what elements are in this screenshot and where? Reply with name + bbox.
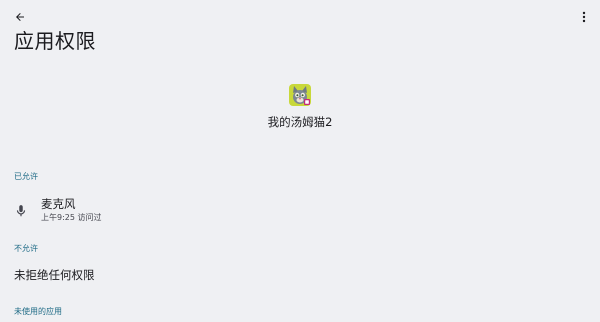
talking-tom-app-icon [289,84,311,106]
app-permissions-screen: 应用权限 我的汤姆猫2 已允许 麦克风 上午9:25 访问过 不允许 未拒绝任何… [0,0,600,322]
app-header: 我的汤姆猫2 [0,84,600,129]
back-button[interactable] [10,8,30,26]
permission-item-microphone[interactable]: 麦克风 上午9:25 访问过 [0,197,600,225]
section-header-allowed: 已允许 [14,172,38,181]
permission-subtitle: 上午9:25 访问过 [41,213,102,222]
more-vert-icon [582,11,586,23]
denied-empty-text: 未拒绝任何权限 [14,268,95,282]
page-title: 应用权限 [14,29,96,53]
section-header-unused: 未使用的应用 [14,307,62,316]
app-name: 我的汤姆猫2 [267,115,333,129]
more-options-button[interactable] [578,8,590,26]
arrow-back-icon [16,13,24,21]
permission-title: 麦克风 [41,197,76,211]
microphone-icon [14,203,28,217]
permission-text: 麦克风 上午9:25 访问过 [41,197,102,223]
section-header-denied: 不允许 [14,244,38,253]
